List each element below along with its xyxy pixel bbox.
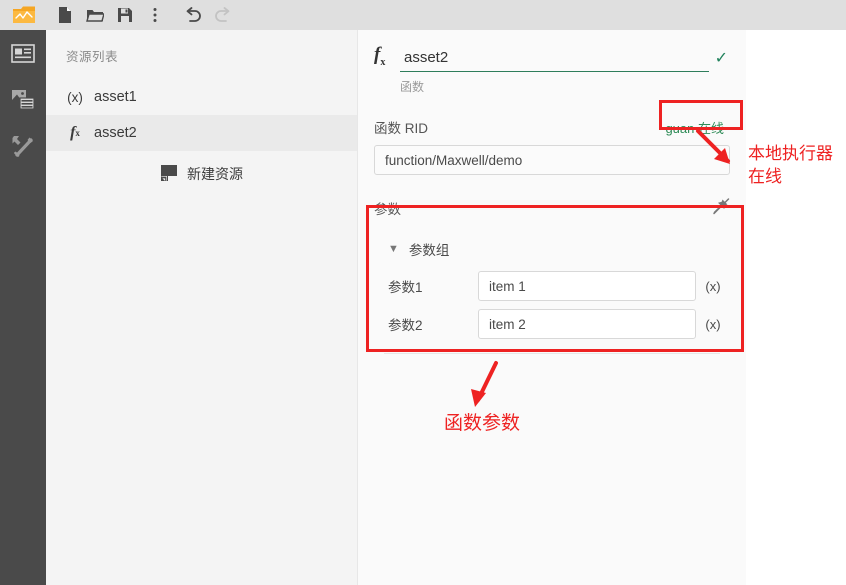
annotation-text-params: 函数参数	[444, 413, 521, 434]
function-icon: fx	[70, 124, 80, 141]
redo-icon	[208, 0, 238, 30]
parameter-name: 参数1	[388, 280, 423, 295]
function-icon: fx	[374, 44, 386, 68]
tools-icon	[12, 135, 33, 157]
table-row: 参数1 (x)	[374, 271, 730, 301]
list-item-label: asset2	[94, 125, 137, 141]
open-folder-icon[interactable]	[80, 0, 110, 30]
asset-type-caption: 函数	[400, 80, 425, 94]
list-item-label: asset1	[94, 89, 137, 105]
sidebar-item-layout[interactable]	[0, 30, 46, 76]
variable-icon[interactable]: (x)	[696, 279, 730, 294]
status-badge: guan 在线	[665, 120, 724, 136]
rid-label-row: 函数 RID guan 在线	[374, 117, 730, 137]
sidebar-item-tools[interactable]	[0, 122, 46, 168]
sidebar-item-media[interactable]	[0, 76, 46, 122]
layout-panel-icon	[11, 43, 35, 63]
table-row: 参数2 (x)	[374, 309, 730, 339]
new-resource-button[interactable]: 新建资源	[46, 164, 357, 184]
chevron-down-icon: ▼	[388, 243, 399, 255]
left-icon-rail	[0, 30, 46, 585]
check-icon: ✓	[714, 50, 728, 67]
undo-icon[interactable]	[178, 0, 208, 30]
top-toolbar	[0, 0, 846, 30]
asset-name-input[interactable]	[400, 49, 709, 72]
pin-off-icon[interactable]	[712, 197, 730, 220]
more-vertical-icon[interactable]	[140, 0, 170, 30]
new-resource-icon	[160, 164, 177, 184]
list-item[interactable]: fx asset2	[46, 115, 357, 151]
variable-icon[interactable]: (x)	[696, 317, 730, 332]
media-stack-icon	[12, 90, 35, 110]
parameter-group-label: 参数组	[408, 243, 450, 258]
new-file-icon[interactable]	[50, 0, 80, 30]
parameter-value-input[interactable]	[478, 271, 696, 301]
variable-icon: (x)	[67, 89, 83, 105]
resource-list-panel: 资源列表 (x) asset1 fx asset2 新建资源	[46, 30, 357, 585]
resource-list-title: 资源列表	[66, 50, 119, 64]
asset-name-row: fx ✓	[374, 30, 730, 72]
new-resource-label: 新建资源	[187, 166, 243, 182]
annotation-text-executor: 本地执行器在线	[748, 144, 833, 186]
params-header-row: 参数	[374, 197, 730, 219]
app-logo-icon[interactable]	[6, 0, 42, 30]
parameter-name: 参数2	[388, 318, 423, 333]
rid-label: 函数 RID	[374, 121, 428, 136]
parameter-group-header[interactable]: ▼ 参数组	[374, 233, 730, 263]
function-editor-panel: fx ✓ 函数 函数 RID guan 在线 参数 ▼ 参数组 参数1 (x)	[357, 30, 746, 585]
parameter-value-input[interactable]	[478, 309, 696, 339]
right-blank-area	[746, 30, 846, 585]
divider	[384, 353, 720, 378]
params-label: 参数	[374, 202, 401, 217]
parameter-group-card: ▼ 参数组 参数1 (x) 参数2 (x)	[374, 233, 730, 378]
save-icon[interactable]	[110, 0, 140, 30]
rid-input[interactable]	[374, 145, 730, 175]
list-item[interactable]: (x) asset1	[46, 79, 357, 115]
